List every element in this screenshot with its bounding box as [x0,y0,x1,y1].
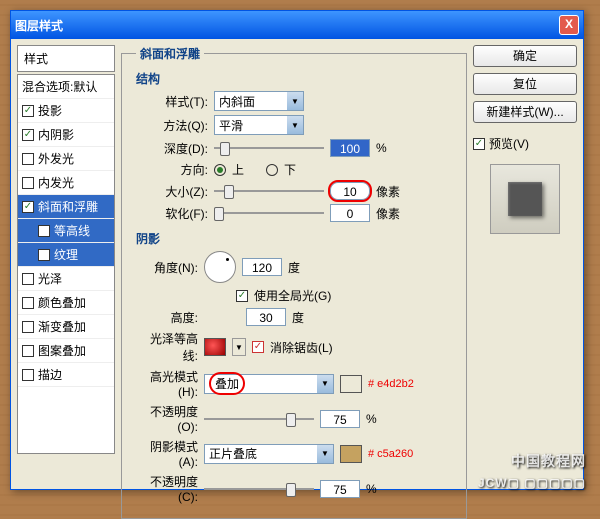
shadow-mode-select[interactable]: 正片叠底▼ [204,444,334,464]
shadow-annot: # c5a260 [368,448,413,460]
watermark: 中国教程网 JCW▢ ▢▢▢▢▢ [478,451,586,492]
effects-list: 混合选项:默认 投影 内阴影 外发光 内发光 斜面和浮雕 等高线 纹理 光泽 颜… [17,74,115,454]
layer-style-dialog: 图层样式 X 样式 混合选项:默认 投影 内阴影 外发光 内发光 斜面和浮雕 等… [10,10,584,490]
shadow-color-swatch[interactable] [340,445,362,463]
altitude-label: 高度: [136,309,198,326]
checkbox-icon[interactable] [22,177,34,189]
depth-slider[interactable] [214,140,324,156]
highlight-annot: # e4d2b2 [368,378,414,390]
global-light-checkbox[interactable] [236,290,248,302]
checkbox-icon[interactable] [22,153,34,165]
highlight-color-swatch[interactable] [340,375,362,393]
checkbox-icon[interactable] [22,105,34,117]
checkbox-icon[interactable] [22,273,34,285]
direction-label: 方向: [136,161,208,178]
cancel-button[interactable]: 复位 [473,73,577,95]
list-item-stroke[interactable]: 描边 [18,363,114,387]
list-item-coloroverlay[interactable]: 颜色叠加 [18,291,114,315]
checkbox-icon[interactable] [22,201,34,213]
styles-header: 样式 [17,45,115,72]
list-item-patternoverlay[interactable]: 图案叠加 [18,339,114,363]
checkbox-icon[interactable] [22,345,34,357]
highlight-opacity-input[interactable]: 75 [320,410,360,428]
checkbox-icon[interactable] [22,321,34,333]
gloss-label: 光泽等高线: [136,330,198,364]
new-style-button[interactable]: 新建样式(W)... [473,101,577,123]
checkbox-icon[interactable] [38,225,50,237]
ok-button[interactable]: 确定 [473,45,577,67]
antialias-checkbox[interactable] [252,341,264,353]
angle-input[interactable]: 120 [242,258,282,276]
preview-label: 预览(V) [489,135,529,152]
window-title: 图层样式 [15,17,63,34]
preview-swatch [490,164,560,234]
size-input[interactable]: 10 [330,182,370,200]
title-bar[interactable]: 图层样式 X [11,11,583,39]
list-item-innershadow[interactable]: 内阴影 [18,123,114,147]
style-label: 样式(T): [136,93,208,110]
shadow-opacity-label: 不透明度(C): [136,473,198,504]
technique-label: 方法(Q): [136,117,208,134]
list-item-texture[interactable]: 纹理 [18,243,114,267]
checkbox-icon[interactable] [22,129,34,141]
list-item-innerglow[interactable]: 内发光 [18,171,114,195]
technique-select[interactable]: 平滑▼ [214,115,304,135]
highlight-mode-select[interactable]: 叠加▼ [204,374,334,394]
chevron-down-icon: ▼ [317,375,333,393]
close-button[interactable]: X [559,15,579,35]
soften-label: 软化(F): [136,205,208,222]
style-select[interactable]: 内斜面▼ [214,91,304,111]
list-item-contour[interactable]: 等高线 [18,219,114,243]
checkbox-icon[interactable] [38,249,50,261]
shadow-opacity-input[interactable]: 75 [320,480,360,498]
shadow-opacity-slider[interactable] [204,481,314,497]
preview-checkbox[interactable] [473,138,485,150]
highlight-opacity-slider[interactable] [204,411,314,427]
angle-dial[interactable] [204,251,236,283]
list-item-dropshadow[interactable]: 投影 [18,99,114,123]
list-item-bevel[interactable]: 斜面和浮雕 [18,195,114,219]
angle-label: 角度(N): [136,259,198,276]
highlight-opacity-label: 不透明度(O): [136,403,198,434]
direction-up-radio[interactable] [214,164,226,176]
size-label: 大小(Z): [136,183,208,200]
checkbox-icon[interactable] [22,369,34,381]
depth-input[interactable]: 100 [330,139,370,157]
size-slider[interactable] [214,183,324,199]
bevel-group: 斜面和浮雕 结构 样式(T): 内斜面▼ 方法(Q): 平滑▼ 深度(D): 1… [121,45,467,519]
soften-slider[interactable] [214,205,324,221]
list-item-satin[interactable]: 光泽 [18,267,114,291]
chevron-down-icon[interactable]: ▼ [232,338,246,356]
depth-label: 深度(D): [136,140,208,157]
list-item-blend[interactable]: 混合选项:默认 [18,75,114,99]
direction-down-radio[interactable] [266,164,278,176]
list-item-gradientoverlay[interactable]: 渐变叠加 [18,315,114,339]
list-item-outerglow[interactable]: 外发光 [18,147,114,171]
chevron-down-icon: ▼ [317,445,333,463]
shading-legend: 阴影 [136,230,456,247]
structure-label: 结构 [136,70,456,87]
bevel-legend: 斜面和浮雕 [136,45,204,62]
shadow-mode-label: 阴影模式(A): [136,438,198,469]
soften-input[interactable]: 0 [330,204,370,222]
chevron-down-icon: ▼ [287,116,303,134]
checkbox-icon[interactable] [22,297,34,309]
chevron-down-icon: ▼ [287,92,303,110]
altitude-input[interactable]: 30 [246,308,286,326]
highlight-mode-label: 高光模式(H): [136,368,198,399]
gloss-contour-picker[interactable] [204,338,226,356]
